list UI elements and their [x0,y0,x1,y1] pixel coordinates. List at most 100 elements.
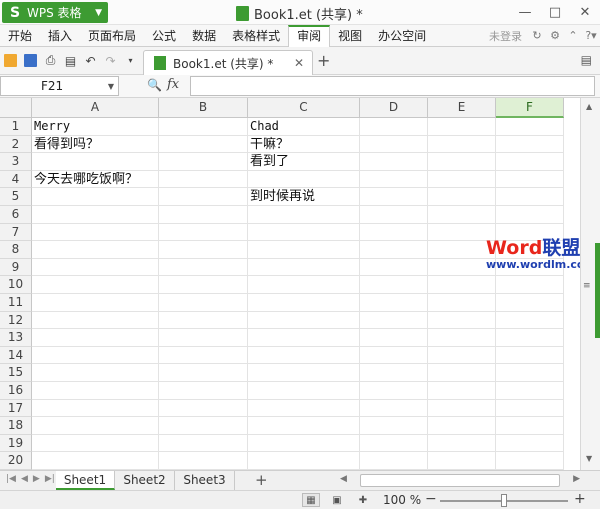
print-icon[interactable]: ⎙ [41,51,60,70]
cell-e15[interactable] [428,364,496,382]
cell-f3[interactable] [496,153,564,171]
cell-f17[interactable] [496,399,564,418]
cell-d2[interactable] [360,135,428,154]
cell-c7[interactable] [248,223,360,242]
cell-f19[interactable] [496,434,564,453]
scroll-up-icon[interactable]: ▲ [586,102,592,111]
undo-icon[interactable]: ↶ [81,51,100,70]
prev-sheet-icon[interactable]: ◀ [21,474,28,484]
cell-b17[interactable] [159,399,248,418]
cell-e11[interactable] [428,294,496,312]
cell-e1[interactable] [428,118,496,136]
save-icon[interactable] [21,51,40,70]
cell-b3[interactable] [159,153,248,171]
cell-f13[interactable] [496,329,564,347]
column-header-e[interactable]: E [428,98,496,118]
row-header[interactable]: 17 [0,399,32,418]
row-header[interactable]: 10 [0,276,32,294]
normal-view-icon[interactable]: ▦ [302,493,320,507]
cell-c17[interactable] [248,399,360,418]
cell-a3[interactable] [32,153,159,171]
cell-b9[interactable] [159,258,248,277]
cell-f20[interactable] [496,452,564,470]
row-header[interactable]: 18 [0,417,32,435]
print-preview-icon[interactable]: ▤ [61,51,80,70]
close-tab-icon[interactable]: ✕ [294,56,304,70]
cell-e13[interactable] [428,329,496,347]
cell-b16[interactable] [159,382,248,400]
cell-a9[interactable] [32,258,159,277]
first-sheet-icon[interactable]: |◀ [6,474,16,484]
menu-item-table-style[interactable]: 表格样式 [224,25,288,47]
cell-a7[interactable] [32,223,159,242]
scroll-left-icon[interactable]: ◀ [340,474,347,484]
row-header[interactable]: 7 [0,223,32,242]
cell-c1[interactable]: Chad [248,118,360,136]
row-header[interactable]: 4 [0,170,32,189]
cell-a2[interactable]: 看得到吗？ [32,135,159,154]
row-header[interactable]: 15 [0,364,32,382]
document-tab[interactable]: Book1.et (共享) * ✕ [143,50,313,75]
cell-d1[interactable] [360,118,428,136]
row-header[interactable]: 12 [0,311,32,330]
login-status[interactable]: 未登录 [489,28,522,44]
cell-c10[interactable] [248,276,360,294]
cell-f4[interactable] [496,170,564,189]
row-header[interactable]: 5 [0,188,32,206]
cell-d10[interactable] [360,276,428,294]
cell-c9[interactable] [248,258,360,277]
cell-e12[interactable] [428,311,496,330]
cell-e20[interactable] [428,452,496,470]
cell-d18[interactable] [360,417,428,435]
next-sheet-icon[interactable]: ▶ [33,474,40,484]
cell-c14[interactable] [248,346,360,365]
cell-b1[interactable] [159,118,248,136]
sheet-tab-1[interactable]: Sheet1 [56,471,115,490]
cell-f1[interactable] [496,118,564,136]
cell-d7[interactable] [360,223,428,242]
cell-a17[interactable] [32,399,159,418]
cell-e14[interactable] [428,346,496,365]
maximize-button[interactable]: □ [540,0,570,25]
cell-b7[interactable] [159,223,248,242]
cell-b15[interactable] [159,364,248,382]
cell-e18[interactable] [428,417,496,435]
wps-menu-button[interactable]: S WPS 表格 ▼ [2,2,108,23]
cell-a4[interactable]: 今天去哪吃饭啊？ [32,170,159,189]
cell-d4[interactable] [360,170,428,189]
column-header-d[interactable]: D [360,98,428,118]
horizontal-scrollbar[interactable]: ◀ ▶ [340,474,580,487]
help-icon[interactable]: ?▾ [582,29,600,42]
new-tab-button[interactable]: + [317,51,330,70]
cell-b4[interactable] [159,170,248,189]
cell-d11[interactable] [360,294,428,312]
name-box[interactable]: F21 ▼ [0,76,119,96]
cell-b2[interactable] [159,135,248,154]
minimize-ribbon-icon[interactable]: ⌃ [564,29,582,42]
select-all-corner[interactable] [0,98,32,118]
row-header[interactable]: 6 [0,206,32,224]
cell-b10[interactable] [159,276,248,294]
cell-e17[interactable] [428,399,496,418]
menu-item-insert[interactable]: 插入 [40,25,80,47]
cell-b11[interactable] [159,294,248,312]
column-header-a[interactable]: A [32,98,159,118]
row-header[interactable]: 8 [0,241,32,259]
formula-input[interactable] [190,76,595,96]
cell-a14[interactable] [32,346,159,365]
cell-c3[interactable]: 看到了 [248,153,360,171]
cell-e19[interactable] [428,434,496,453]
menu-item-page-layout[interactable]: 页面布局 [80,25,144,47]
cell-f18[interactable] [496,417,564,435]
cell-a11[interactable] [32,294,159,312]
cell-d17[interactable] [360,399,428,418]
last-sheet-icon[interactable]: ▶| [45,474,55,484]
cell-c18[interactable] [248,417,360,435]
cell-a13[interactable] [32,329,159,347]
cell-f5[interactable] [496,188,564,206]
horizontal-scroll-thumb[interactable] [360,474,560,487]
cell-f16[interactable] [496,382,564,400]
cell-f10[interactable] [496,276,564,294]
row-header[interactable]: 2 [0,135,32,154]
cell-a12[interactable] [32,311,159,330]
